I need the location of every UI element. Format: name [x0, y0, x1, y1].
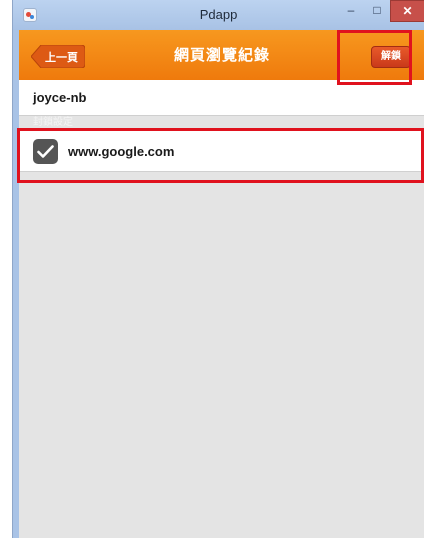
- device-row[interactable]: joyce-nb: [19, 80, 424, 116]
- minimize-icon[interactable]: –: [338, 0, 364, 22]
- maximize-icon[interactable]: □: [364, 0, 390, 22]
- title-bar[interactable]: Pdapp – □ ✕: [13, 0, 424, 30]
- highlight-box-unlock: [337, 30, 412, 85]
- highlight-box-url: [17, 128, 424, 183]
- close-icon[interactable]: ✕: [390, 0, 424, 22]
- device-name: joyce-nb: [33, 90, 87, 105]
